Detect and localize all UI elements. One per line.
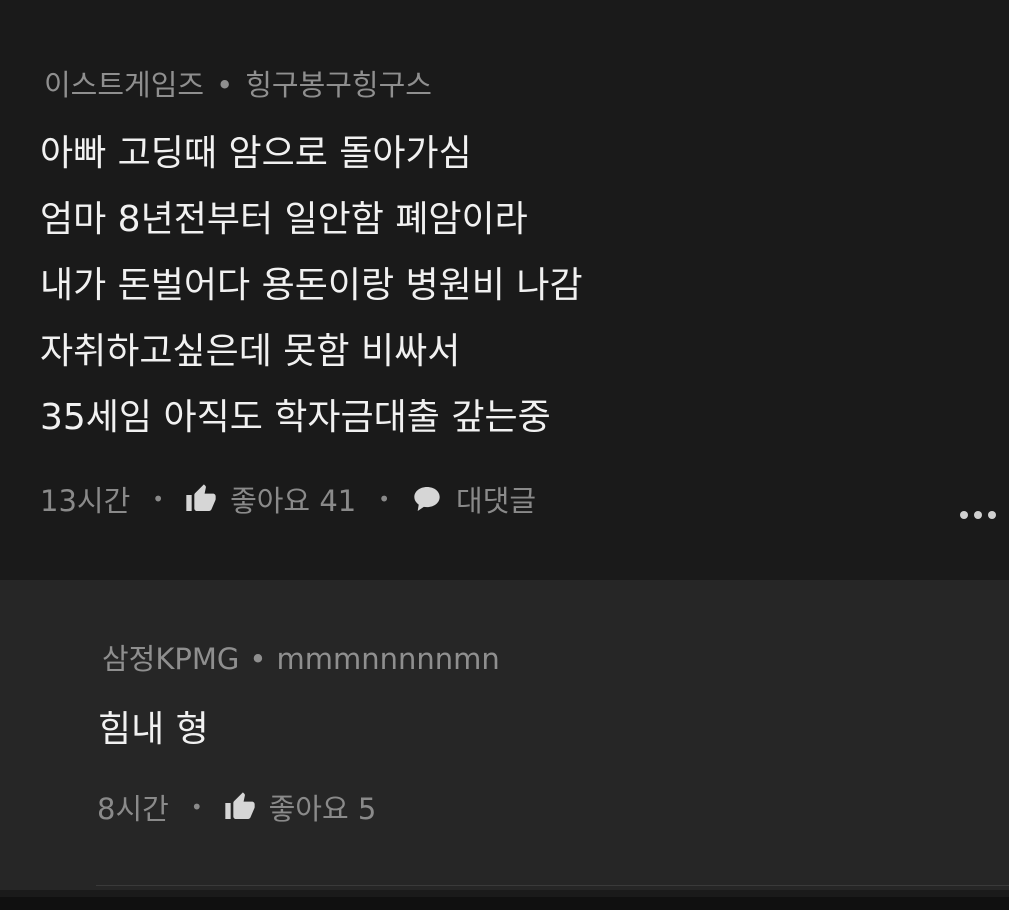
reply-like-count: 좋아요 5 [268, 792, 377, 826]
speech-bubble-icon [410, 482, 444, 516]
comment-meta: 13시간 • 좋아요 41 • 대댓글 [40, 478, 536, 520]
meta-separator: • [378, 487, 391, 511]
like-count: 좋아요 41 [230, 484, 357, 518]
thumbs-up-icon [223, 790, 257, 824]
reply-label: 대댓글 [456, 484, 537, 518]
reply-text: 힘내 형 [98, 709, 209, 750]
reply-header: 삼정KPMG • mmmnnnnnmn [102, 636, 500, 678]
bottom-bar [0, 897, 1009, 910]
reply-meta: 8시간 • 좋아요 5 [97, 786, 376, 828]
comment-game-name[interactable]: 이스트게임즈 [44, 68, 204, 102]
comment-author[interactable]: 힝구봉구힝구스 [245, 68, 432, 102]
comment-time: 13시간 [40, 484, 131, 518]
comment-body: 아빠 고딩때 암으로 돌아가심 엄마 8년전부터 일안함 폐암이라 내가 돈벌어… [40, 128, 583, 458]
reply-button[interactable]: 대댓글 [410, 478, 536, 520]
header-separator: • [216, 68, 234, 102]
reply-author[interactable]: mmmnnnnnmn [276, 642, 499, 676]
comment-line: 엄마 8년전부터 일안함 폐암이라 [40, 199, 528, 240]
comment-header: 이스트게임즈 • 힝구봉구힝구스 [44, 62, 432, 104]
like-button[interactable]: 좋아요 41 [184, 478, 356, 520]
comment-line: 35세임 아직도 학자금대출 갚는중 [40, 397, 551, 438]
more-dots-icon [974, 511, 982, 519]
comment: 이스트게임즈 • 힝구봉구힝구스 아빠 고딩때 암으로 돌아가심 엄마 8년전부터 … [0, 0, 1009, 580]
reply-like-button[interactable]: 좋아요 5 [223, 786, 377, 828]
comment-line: 내가 돈벌어다 용돈이랑 병원비 나감 [40, 265, 583, 306]
more-dots-icon [988, 511, 996, 519]
header-separator: • [249, 642, 267, 676]
comment-line: 아빠 고딩때 암으로 돌아가심 [40, 133, 472, 174]
thumbs-up-icon [184, 482, 218, 516]
divider [96, 885, 1009, 886]
comment-line: 자취하고싶은데 못함 비싸서 [40, 331, 461, 372]
meta-separator: • [190, 795, 203, 819]
reply-time: 8시간 [97, 792, 169, 826]
reply-game-name[interactable]: 삼정KPMG [102, 642, 239, 676]
meta-separator: • [152, 487, 165, 511]
more-options-button[interactable] [960, 500, 1009, 530]
more-dots-icon [960, 511, 968, 519]
